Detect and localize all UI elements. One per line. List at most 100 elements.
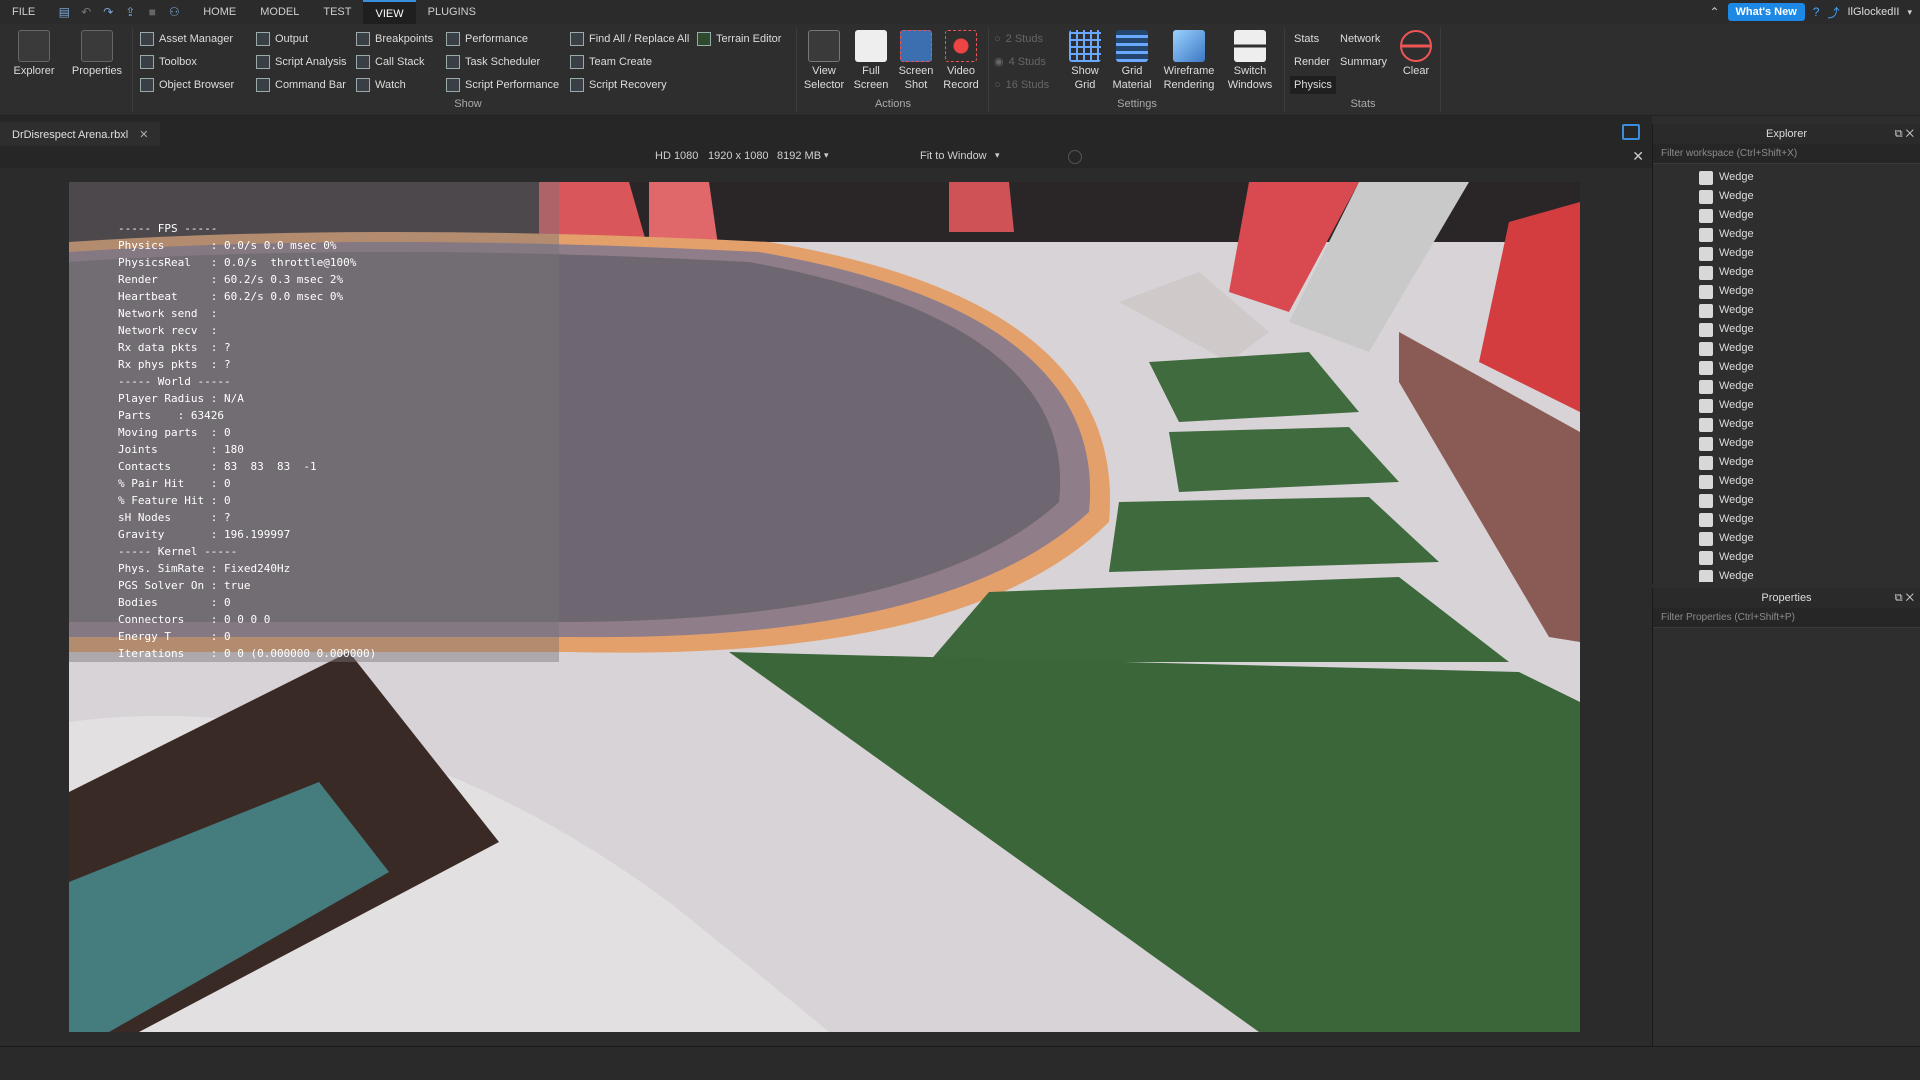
stats-button[interactable]: Stats <box>1294 30 1319 48</box>
explorer-item-wedge[interactable]: Wedge <box>1653 320 1920 339</box>
explorer-item-wedge[interactable]: Wedge <box>1653 567 1920 582</box>
explorer-item-wedge[interactable]: Wedge <box>1653 434 1920 453</box>
full-screen-button[interactable]: Full Screen <box>848 30 894 92</box>
find-icon[interactable]: ⚇ <box>167 5 181 19</box>
memory-select[interactable]: 8192 MB <box>777 150 821 162</box>
explorer-item-wedge[interactable]: Wedge <box>1653 396 1920 415</box>
stats-group-label: Stats <box>1350 98 1376 110</box>
2-studs-option[interactable]: ○ 2 Studs <box>994 30 1043 48</box>
share-icon[interactable]: ⤴ <box>1827 4 1839 21</box>
video-record-button[interactable]: Video Record <box>938 30 984 92</box>
object-browser-button[interactable]: Object Browser <box>140 76 234 94</box>
resolution-select[interactable]: HD 1080 <box>655 150 698 162</box>
16-studs-option[interactable]: ○ 16 Studs <box>994 76 1049 94</box>
new-file-icon[interactable]: ▤ <box>57 5 71 19</box>
collapse-ribbon-icon[interactable]: ⌃ <box>1709 5 1719 19</box>
explorer-item-wedge[interactable]: Wedge <box>1653 491 1920 510</box>
explorer-item-wedge[interactable]: Wedge <box>1653 358 1920 377</box>
script-recovery-button[interactable]: Script Recovery <box>570 76 667 94</box>
summary-button[interactable]: Summary <box>1340 53 1387 71</box>
call-stack-button[interactable]: Call Stack <box>356 53 425 71</box>
explorer-item-label: Wedge <box>1719 570 1754 582</box>
chevron-down-icon[interactable]: ▾ <box>824 150 829 161</box>
watch-button[interactable]: Watch <box>356 76 406 94</box>
physics-button[interactable]: Physics <box>1290 76 1336 94</box>
performance-button[interactable]: Performance <box>446 30 528 48</box>
explorer-item-wedge[interactable]: Wedge <box>1653 225 1920 244</box>
chevron-down-icon[interactable]: ▾ <box>995 150 1000 161</box>
explorer-item-wedge[interactable]: Wedge <box>1653 244 1920 263</box>
2-studs-label: 2 Studs <box>1005 33 1043 45</box>
wedge-icon <box>1699 284 1713 299</box>
view-selector-button[interactable]: View Selector <box>800 30 848 92</box>
tab-home[interactable]: HOME <box>191 0 248 24</box>
explorer-item-wedge[interactable]: Wedge <box>1653 453 1920 472</box>
explorer-filter-input[interactable]: Filter workspace (Ctrl+Shift+X) <box>1653 144 1920 164</box>
explorer-item-wedge[interactable]: Wedge <box>1653 548 1920 567</box>
wedge-icon <box>1699 360 1713 375</box>
rotate-icon[interactable] <box>1068 150 1082 164</box>
game-viewport[interactable]: ----- FPS ----- Physics : 0.0/s 0.0 msec … <box>0 168 1652 1046</box>
undo-icon[interactable]: ↶ <box>79 5 93 19</box>
explorer-item-wedge[interactable]: Wedge <box>1653 529 1920 548</box>
tab-view[interactable]: VIEW <box>363 0 416 24</box>
explorer-item-wedge[interactable]: Wedge <box>1653 510 1920 529</box>
switch-windows-button[interactable]: Switch Windows <box>1222 30 1278 92</box>
explorer-item-wedge[interactable]: Wedge <box>1653 472 1920 491</box>
team-create-button[interactable]: Team Create <box>570 53 652 71</box>
terrain-editor-button[interactable]: Terrain Editor <box>697 30 781 48</box>
explorer-item-wedge[interactable]: Wedge <box>1653 282 1920 301</box>
save-icon[interactable]: ■ <box>145 5 159 19</box>
redo-icon[interactable]: ↷ <box>101 5 115 19</box>
find-replace-button[interactable]: Find All / Replace All <box>570 30 689 48</box>
toolbox-button[interactable]: Toolbox <box>140 53 197 71</box>
explorer-item-wedge[interactable]: Wedge <box>1653 377 1920 396</box>
publish-icon[interactable]: ⇪ <box>123 5 137 19</box>
explorer-item-wedge[interactable]: Wedge <box>1653 339 1920 358</box>
object-browser-label: Object Browser <box>159 79 235 91</box>
close-emulator-icon[interactable]: ✕ <box>1632 148 1644 165</box>
properties-button[interactable]: Properties <box>66 30 128 78</box>
panel-controls[interactable]: ⧉ ✕ <box>1895 588 1914 608</box>
explorer-item-wedge[interactable]: Wedge <box>1653 415 1920 434</box>
user-name[interactable]: IlGlockedII <box>1848 6 1900 18</box>
explorer-item-wedge[interactable]: Wedge <box>1653 206 1920 225</box>
explorer-item-wedge[interactable]: Wedge <box>1653 301 1920 320</box>
4-studs-option[interactable]: ◉ 4 Studs <box>994 53 1046 71</box>
grid-material-button[interactable]: Grid Material <box>1108 30 1156 92</box>
help-icon[interactable]: ? <box>1813 5 1820 19</box>
whats-new-button[interactable]: What's New <box>1727 3 1805 21</box>
properties-title: Properties ⧉ ✕ <box>1653 588 1920 608</box>
document-tab[interactable]: DrDisrespect Arena.rbxl ✕ <box>0 122 161 148</box>
tab-plugins[interactable]: PLUGINS <box>416 0 488 24</box>
explorer-item-wedge[interactable]: Wedge <box>1653 263 1920 282</box>
close-icon[interactable]: ✕ <box>139 129 148 141</box>
output-button[interactable]: Output <box>256 30 308 48</box>
file-menu[interactable]: FILE <box>0 0 47 24</box>
task-scheduler-button[interactable]: Task Scheduler <box>446 53 540 71</box>
explorer-item-wedge[interactable]: Wedge <box>1653 168 1920 187</box>
script-performance-button[interactable]: Script Performance <box>446 76 559 94</box>
show-grid-button[interactable]: Show Grid <box>1064 30 1106 92</box>
explorer-item-wedge[interactable]: Wedge <box>1653 187 1920 206</box>
explorer-item-label: Wedge <box>1719 228 1754 240</box>
network-button[interactable]: Network <box>1340 30 1380 48</box>
command-bar-button[interactable]: Command Bar <box>256 76 346 94</box>
clear-button[interactable]: Clear <box>1396 30 1436 78</box>
chevron-down-icon[interactable]: ▾ <box>1907 7 1912 18</box>
properties-filter-input[interactable]: Filter Properties (Ctrl+Shift+P) <box>1653 608 1920 628</box>
panel-controls[interactable]: ⧉ ✕ <box>1895 124 1914 144</box>
script-analysis-button[interactable]: Script Analysis <box>256 53 347 71</box>
wireframe-rendering-button[interactable]: Wireframe Rendering <box>1158 30 1220 92</box>
asset-manager-button[interactable]: Asset Manager <box>140 30 233 48</box>
explorer-button[interactable]: Explorer <box>10 30 58 78</box>
show-grid-label: Show <box>1071 65 1099 77</box>
tab-test[interactable]: TEST <box>311 0 363 24</box>
restore-view-icon[interactable] <box>1622 124 1640 140</box>
fit-to-window-select[interactable]: Fit to Window <box>920 150 987 162</box>
render-button[interactable]: Render <box>1294 53 1330 71</box>
stats-line: ----- Kernel ----- <box>118 545 238 558</box>
tab-model[interactable]: MODEL <box>248 0 311 24</box>
breakpoints-button[interactable]: Breakpoints <box>356 30 433 48</box>
screen-shot-button[interactable]: Screen Shot <box>894 30 938 92</box>
